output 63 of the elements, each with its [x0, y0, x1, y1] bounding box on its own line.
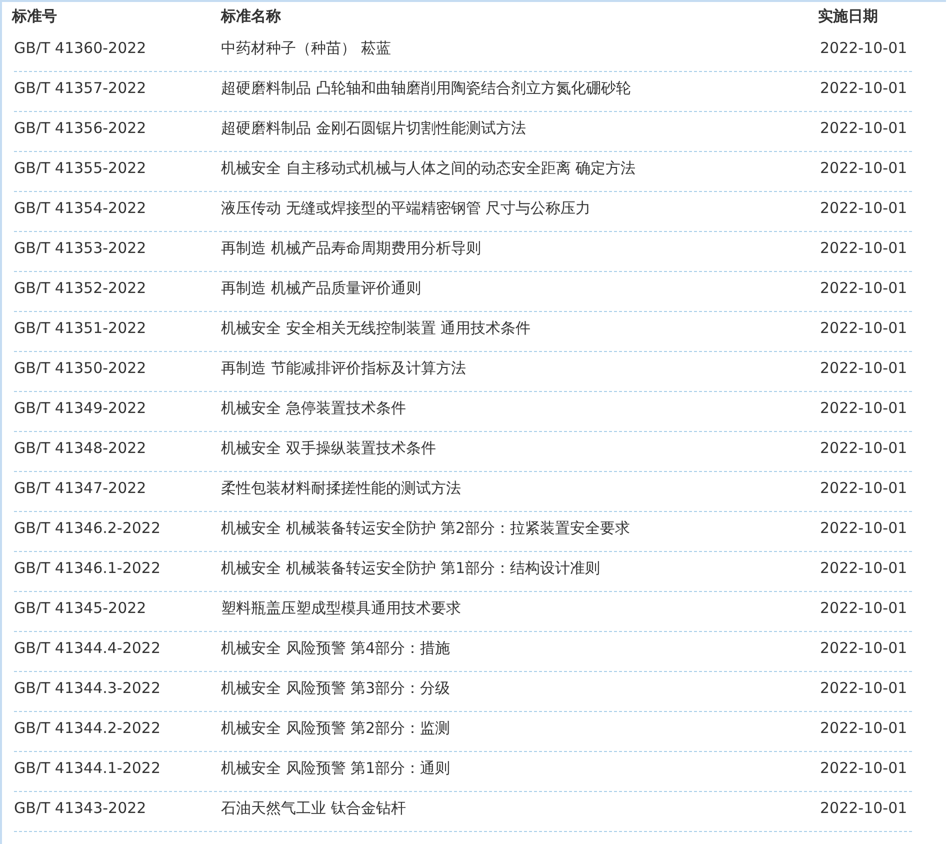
link[interactable]: 机械安全 急停装置技术条件 — [221, 398, 820, 431]
link[interactable]: 再制造 机械产品寿命周期费用分析导则 — [221, 238, 820, 271]
link[interactable]: 机械安全 双手操纵装置技术条件 — [221, 438, 820, 471]
table-cell-text: 2022-10-01 — [820, 318, 908, 339]
table-cell-text: 2022-10-01 — [820, 718, 908, 739]
table-cell-text: GB/T 41344.1-2022 — [14, 758, 162, 779]
link[interactable]: 塑料瓶盖压塑成型模具通用技术要求 — [221, 598, 820, 631]
link[interactable]: 柔性包装材料耐揉搓性能的测试方法 — [221, 478, 820, 511]
table-cell-text: 2022-10-01 — [820, 38, 908, 59]
table-cell-text: 2022-10-01 — [820, 638, 908, 659]
link[interactable]: 超硬磨料制品 金刚石圆锯片切割性能测试方法 — [221, 118, 820, 151]
table-cell-text: 2022-10-01 — [820, 678, 908, 699]
table-cell-text: 2022-10-01 — [820, 398, 908, 419]
link[interactable]: 机械安全 机械装备转运安全防护 第1部分：结构设计准则 — [221, 558, 820, 591]
table-cell-text: GB/T 41346.2-2022 — [14, 518, 162, 539]
column-header: 标准号 — [12, 7, 58, 26]
table-cell-text: 2022-10-01 — [820, 438, 908, 459]
link[interactable]: 机械安全 安全相关无线控制装置 通用技术条件 — [221, 318, 820, 351]
table-cell-text: GB/T 41347-2022 — [14, 478, 148, 499]
table-cell-text: 2022-10-01 — [820, 198, 908, 219]
column-header: 标准名称 — [221, 7, 282, 26]
table-cell-text: GB/T 41350-2022 — [14, 358, 148, 379]
table-cell-text: GB/T 41357-2022 — [14, 78, 148, 99]
table-cell-text: GB/T 41349-2022 — [14, 398, 148, 419]
link[interactable]: 再制造 节能减排评价指标及计算方法 — [221, 358, 820, 391]
table-cell-text: 2022-10-01 — [820, 278, 908, 299]
table-cell-text: 2022-10-01 — [820, 358, 908, 379]
table-cell-text: GB/T 41356-2022 — [14, 118, 148, 139]
table-cell-text: 2022-10-01 — [820, 478, 908, 499]
link[interactable]: 再制造 机械产品质量评价通则 — [221, 278, 820, 311]
link[interactable]: 中药材种子（种苗） 菘蓝 — [221, 38, 820, 71]
table-cell-text: 2022-10-01 — [820, 118, 908, 139]
link[interactable]: 机械安全 机械装备转运安全防护 第2部分：拉紧装置安全要求 — [221, 518, 820, 551]
table-cell-text: 2022-10-01 — [820, 798, 908, 819]
table-cell-text: GB/T 41346.1-2022 — [14, 558, 162, 579]
link[interactable]: 机械安全 风险预警 第1部分：通则 — [221, 758, 820, 791]
link[interactable]: 液压传动 无缝或焊接型的平端精密钢管 尺寸与公称压力 — [221, 198, 820, 231]
table-cell-text: 2022-10-01 — [820, 158, 908, 179]
table-cell-text: GB/T 41344.2-2022 — [14, 718, 162, 739]
table-cell-text: GB/T 41344.4-2022 — [14, 638, 162, 659]
link[interactable]: 机械安全 风险预警 第4部分：措施 — [221, 638, 820, 671]
link[interactable]: 超硬磨料制品 凸轮轴和曲轴磨削用陶瓷结合剂立方氮化硼砂轮 — [221, 78, 820, 111]
link[interactable]: 机械安全 风险预警 第3部分：分级 — [221, 678, 820, 711]
table-cell-text: GB/T 41352-2022 — [14, 278, 148, 299]
column-header: 实施日期 — [818, 7, 878, 26]
table-cell-text: GB/T 41355-2022 — [14, 158, 148, 179]
table-cell-text: GB/T 41353-2022 — [14, 238, 148, 259]
link[interactable]: 机械安全 自主移动式机械与人体之间的动态安全距离 确定方法 — [221, 158, 820, 191]
table-cell-text: 2022-10-01 — [820, 598, 908, 619]
table-cell-text: GB/T 41360-2022 — [14, 38, 148, 59]
table-cell-text: 2022-10-01 — [820, 518, 908, 539]
table-cell-text: GB/T 41343-2022 — [14, 798, 148, 819]
table-cell-text: 2022-10-01 — [820, 758, 908, 779]
table-cell-text: 2022-10-01 — [820, 238, 908, 259]
table-cell-text: GB/T 41354-2022 — [14, 198, 148, 219]
table-cell-text: GB/T 41344.3-2022 — [14, 678, 162, 699]
table-cell-text: GB/T 41351-2022 — [14, 318, 148, 339]
table-cell-text: GB/T 41348-2022 — [14, 438, 148, 459]
table-cell-text: GB/T 41345-2022 — [14, 598, 148, 619]
table-cell-text: 2022-10-01 — [820, 558, 908, 579]
link[interactable]: 石油天然气工业 钛合金钻杆 — [221, 798, 820, 831]
table-cell-text: 2022-10-01 — [820, 78, 908, 99]
link[interactable]: 机械安全 风险预警 第2部分：监测 — [221, 718, 820, 751]
